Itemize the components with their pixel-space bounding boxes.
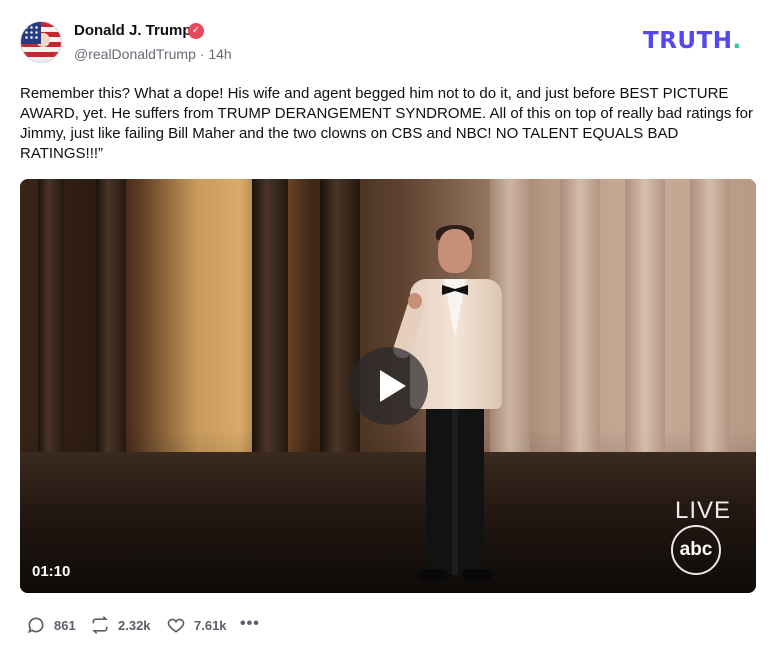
host-shoe <box>462 569 492 581</box>
abc-logo: abc <box>671 525 721 575</box>
video-duration: 01:10 <box>32 563 71 580</box>
author-handle[interactable]: @realDonaldTrump <box>74 46 196 62</box>
play-icon <box>380 370 406 402</box>
brand-logo-dot: . <box>732 28 742 54</box>
heart-icon <box>167 618 185 633</box>
video-player[interactable]: LIVE abc 01:10 <box>20 179 756 593</box>
reply-icon <box>27 617 44 634</box>
author-handle-line: @realDonaldTrump · 14h <box>74 46 232 62</box>
verified-badge-icon: ✓ <box>188 23 204 39</box>
author-name[interactable]: Donald J. Trump <box>74 22 192 39</box>
flag-canton <box>21 22 41 44</box>
host-hand <box>408 293 422 309</box>
like-count: 7.61k <box>194 617 227 633</box>
stage-pillar <box>252 179 288 494</box>
more-options-icon[interactable]: ••• <box>240 615 260 633</box>
retruth-count: 2.32k <box>118 617 151 633</box>
host-legs <box>426 405 484 575</box>
play-button[interactable] <box>350 347 428 425</box>
post-time[interactable]: 14h <box>208 46 231 62</box>
truth-post: Donald J. Trump ✓ @realDonaldTrump · 14h… <box>0 0 777 655</box>
reply-count: 861 <box>54 617 76 633</box>
truth-social-logo[interactable]: TRUTH. <box>643 30 742 53</box>
author-avatar[interactable] <box>20 21 62 63</box>
brand-logo-text: TRUTH <box>643 28 733 54</box>
reply-button[interactable]: 861 <box>26 614 76 636</box>
stage-floor <box>20 452 756 593</box>
stage-pillar <box>320 179 360 494</box>
host-head <box>438 229 472 273</box>
like-button[interactable]: 7.61k <box>166 614 227 636</box>
live-label: LIVE <box>675 497 732 524</box>
stage-pillar <box>38 179 64 494</box>
retruth-button[interactable]: 2.32k <box>90 614 151 636</box>
stage-pillar <box>96 179 126 494</box>
retruth-icon <box>92 616 108 634</box>
host-shoe <box>418 569 448 581</box>
post-text: Remember this? What a dope! His wife and… <box>20 85 754 162</box>
